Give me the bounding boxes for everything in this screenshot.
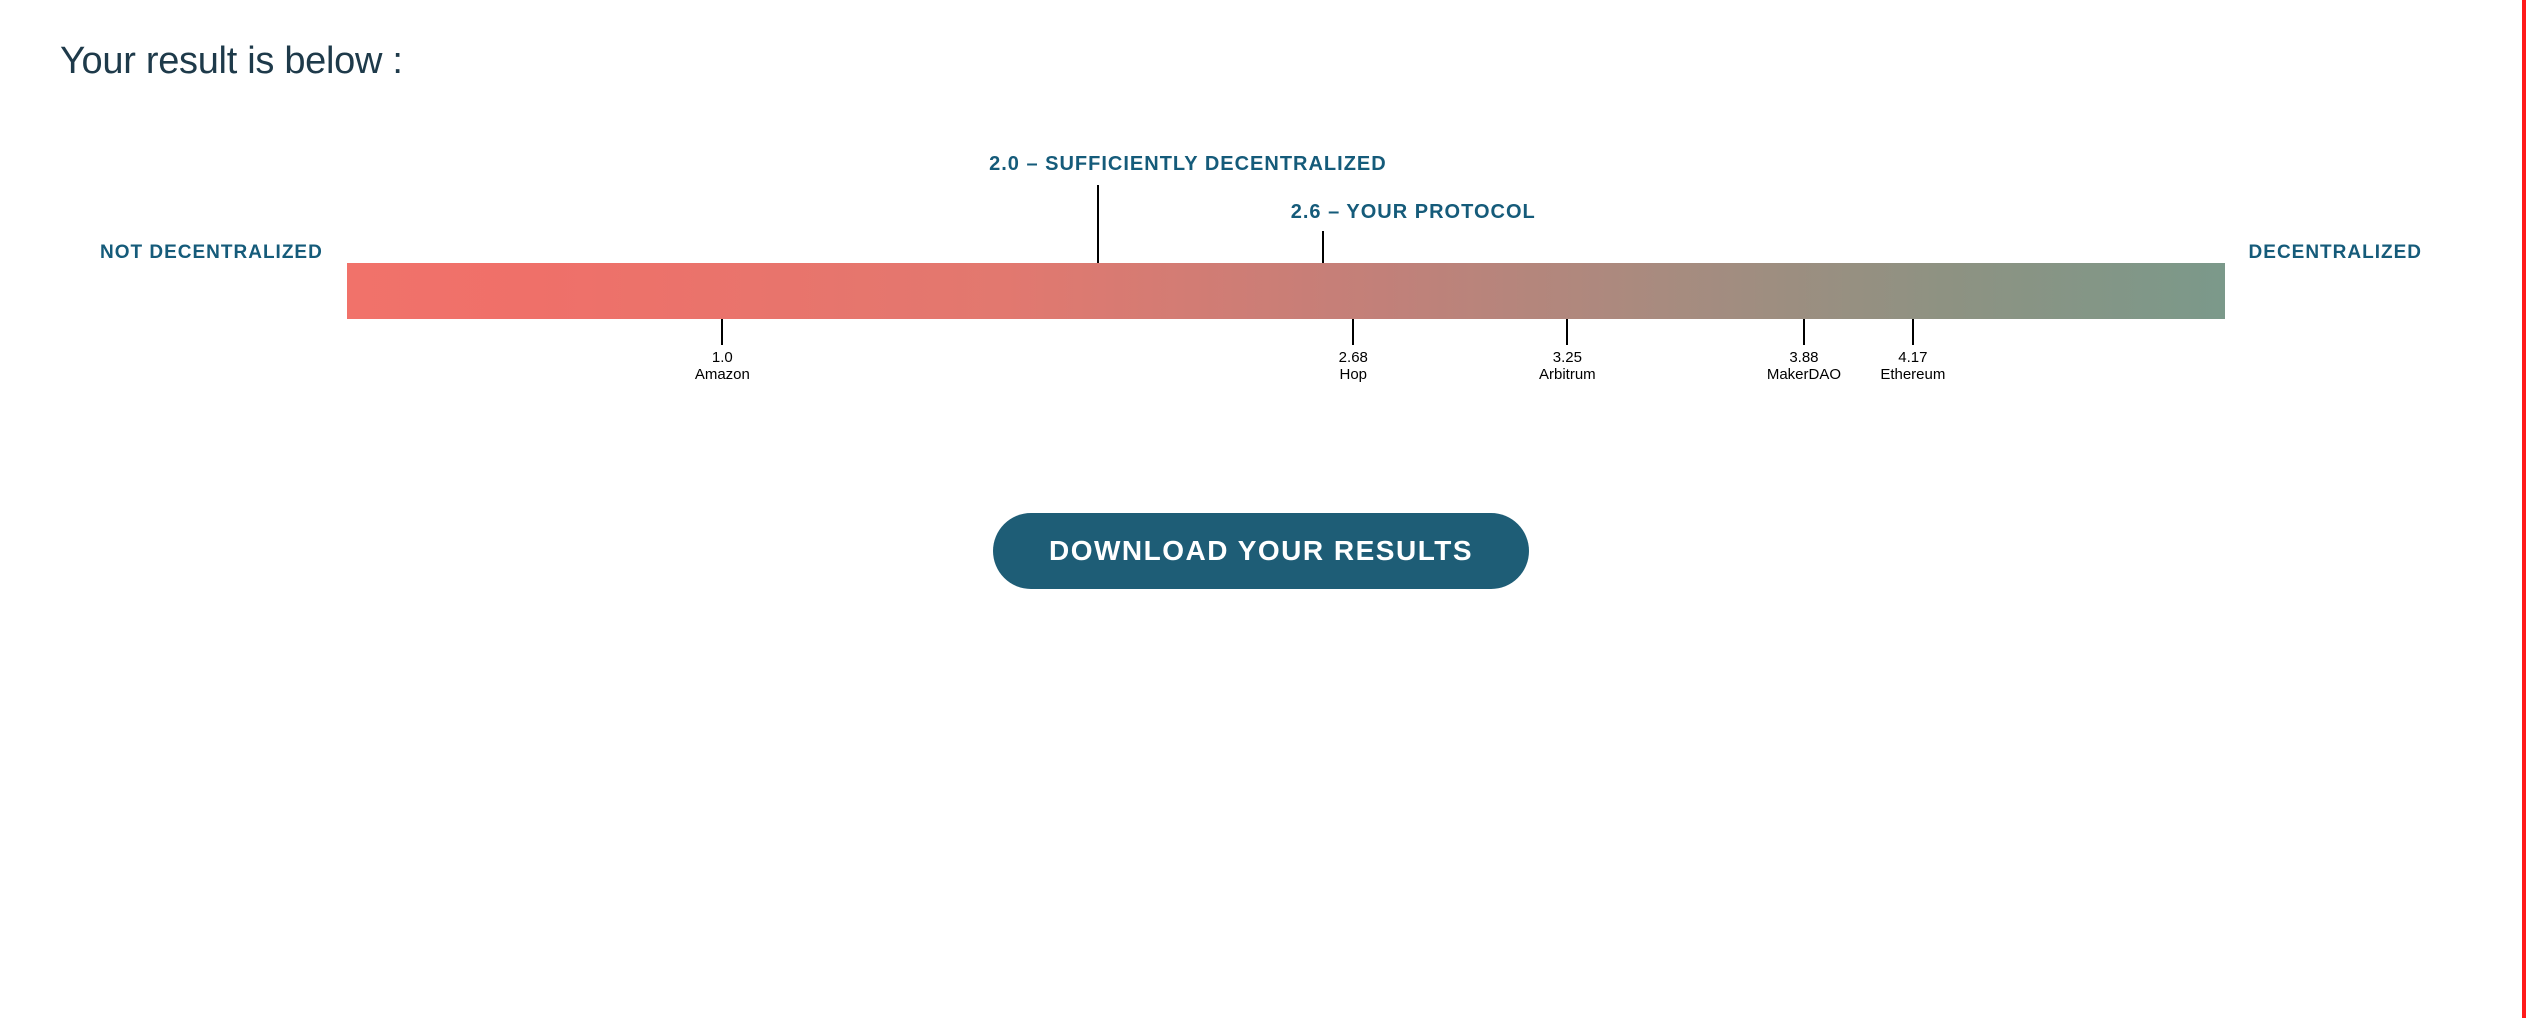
reference-name: Arbitrum — [1539, 366, 1596, 383]
reference-name: Amazon — [695, 366, 750, 383]
above-annotation: 2.6 – YOUR PROTOCOL — [1291, 201, 1536, 224]
scale-right-label: DECENTRALIZED — [2249, 242, 2422, 264]
above-tick — [1097, 185, 1099, 263]
scale-left-label: NOT DECENTRALIZED — [100, 242, 323, 264]
reference-marker: 1.0Amazon — [695, 349, 750, 383]
below-tick — [1566, 319, 1568, 345]
page-title: Your result is below : — [60, 40, 2462, 83]
download-results-button[interactable]: DOWNLOAD YOUR RESULTS — [993, 513, 1529, 589]
scale-track-container: 2.0 – SUFFICIENTLY DECENTRALIZED 2.6 – YO… — [347, 153, 2225, 353]
reference-value: 4.17 — [1880, 349, 1945, 366]
reference-name: Hop — [1339, 366, 1368, 383]
reference-value: 2.68 — [1339, 349, 1368, 366]
decentralization-scale: NOT DECENTRALIZED 2.0 – SUFFICIENTLY DEC… — [100, 153, 2422, 353]
reference-marker: 3.25Arbitrum — [1539, 349, 1596, 383]
below-tick — [1352, 319, 1354, 345]
reference-value: 3.25 — [1539, 349, 1596, 366]
below-tick — [721, 319, 723, 345]
reference-marker: 4.17Ethereum — [1880, 349, 1945, 383]
reference-name: MakerDAO — [1767, 366, 1841, 383]
below-tick — [1912, 319, 1914, 345]
gradient-bar — [347, 263, 2225, 319]
above-tick — [1322, 231, 1324, 263]
below-tick — [1803, 319, 1805, 345]
above-annotation: 2.0 – SUFFICIENTLY DECENTRALIZED — [989, 153, 1387, 176]
reference-marker: 2.68Hop — [1339, 349, 1368, 383]
reference-value: 3.88 — [1767, 349, 1841, 366]
reference-marker: 3.88MakerDAO — [1767, 349, 1841, 383]
reference-name: Ethereum — [1880, 366, 1945, 383]
reference-value: 1.0 — [695, 349, 750, 366]
